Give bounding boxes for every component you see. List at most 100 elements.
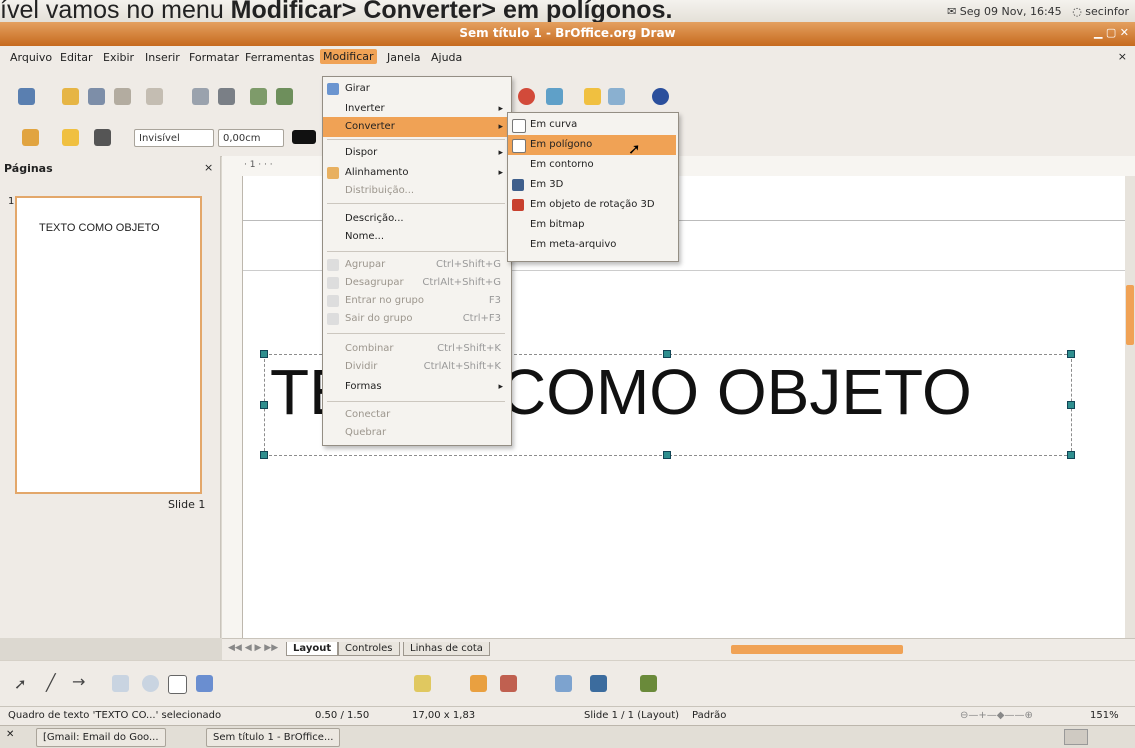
line-color-swatch[interactable]: [292, 130, 316, 144]
menu-item-em-contorno[interactable]: Em contorno: [508, 155, 676, 175]
menu-item-quebrar[interactable]: Quebrar: [323, 423, 509, 443]
menu-item-em-curva[interactable]: Em curva: [508, 115, 676, 135]
resize-handle[interactable]: [1067, 350, 1075, 358]
menu-item-em-rotacao-3d[interactable]: Em objeto de rotação 3D: [508, 195, 676, 215]
menu-item-em-poligono[interactable]: Em polígono: [508, 135, 676, 155]
menu-item-em-bitmap[interactable]: Em bitmap: [508, 215, 676, 235]
autospellcheck-icon[interactable]: [276, 88, 293, 105]
close-icon[interactable]: ×: [204, 161, 213, 174]
menu-exibir[interactable]: Exibir: [103, 51, 134, 64]
glue-points-icon[interactable]: [500, 675, 517, 692]
menu-ferramentas[interactable]: Ferramentas: [245, 51, 314, 64]
menu-janela[interactable]: Janela: [387, 51, 421, 64]
menu-separator: [327, 401, 505, 402]
3d-effects-icon[interactable]: [640, 675, 657, 692]
menu-ajuda[interactable]: Ajuda: [431, 51, 462, 64]
print-icon[interactable]: [218, 88, 235, 105]
resize-handle[interactable]: [663, 350, 671, 358]
menu-item-em-3d[interactable]: Em 3D: [508, 175, 676, 195]
zoom-slider[interactable]: ⊖—+—◆——⊕: [960, 710, 1033, 721]
pdf-export-icon[interactable]: [192, 88, 209, 105]
resize-handle[interactable]: [260, 350, 268, 358]
panel-clock[interactable]: ✉ Seg 09 Nov, 16:45 ◌ secinfor: [947, 5, 1129, 18]
resize-handle[interactable]: [260, 401, 268, 409]
open-folder-icon[interactable]: [62, 88, 79, 105]
mouse-cursor-icon: ➚: [628, 140, 641, 158]
help-icon[interactable]: [652, 88, 669, 105]
menu-item-conectar[interactable]: Conectar: [323, 405, 509, 425]
line-style-select[interactable]: Invisível: [134, 129, 214, 147]
fontwork-icon[interactable]: [555, 675, 572, 692]
menu-item-combinar[interactable]: Combinar Ctrl+Shift+K: [323, 339, 509, 359]
menu-item-desagrupar[interactable]: Desagrupar CtrlAlt+Shift+G: [323, 273, 509, 293]
menu-item-formas[interactable]: Formas ▸: [323, 377, 509, 397]
menu-item-girar[interactable]: Girar: [323, 79, 509, 99]
workspace-switcher[interactable]: [1064, 729, 1088, 745]
menu-arquivo[interactable]: Arquivo: [10, 51, 52, 64]
menu-item-descricao[interactable]: Descrição...: [323, 209, 509, 229]
resize-handle[interactable]: [663, 451, 671, 459]
edit-file-icon[interactable]: [146, 88, 163, 105]
tab-layout[interactable]: Layout: [286, 642, 339, 656]
user-icon: ◌: [1072, 5, 1082, 18]
menu-item-em-meta-arquivo[interactable]: Em meta-arquivo: [508, 235, 676, 255]
menu-item-distribuicao[interactable]: Distribuição...: [323, 181, 509, 201]
line-icon[interactable]: [62, 129, 79, 146]
menu-item-nome[interactable]: Nome...: [323, 227, 509, 247]
image-icon[interactable]: [590, 675, 607, 692]
menu-item-alinhamento[interactable]: Alinhamento ▸: [323, 163, 509, 183]
align-icon: [327, 167, 339, 179]
menu-inserir[interactable]: Inserir: [145, 51, 180, 64]
curve-tool-icon[interactable]: [196, 675, 213, 692]
arrow-style-icon[interactable]: [94, 129, 111, 146]
line-arrow-tool-icon[interactable]: →: [72, 672, 85, 691]
resize-handle[interactable]: [1067, 451, 1075, 459]
tab-controles[interactable]: Controles: [338, 642, 400, 656]
line-width-field[interactable]: 0,00cm: [218, 129, 284, 147]
menu-item-inverter[interactable]: Inverter ▸: [323, 99, 509, 119]
menu-item-converter[interactable]: Converter ▸: [323, 117, 509, 137]
show-desktop-icon[interactable]: ✕: [6, 729, 14, 740]
menu-modificar[interactable]: Modificar: [320, 49, 377, 64]
menu-formatar[interactable]: Formatar: [189, 51, 239, 64]
vertical-ruler[interactable]: [222, 176, 243, 638]
resize-handle[interactable]: [1067, 401, 1075, 409]
zoom-level[interactable]: 151%: [1090, 710, 1119, 721]
shapes-icon[interactable]: [518, 88, 535, 105]
horizontal-scroll-thumb[interactable]: [731, 645, 903, 654]
menu-editar[interactable]: Editar: [60, 51, 93, 64]
resize-handle[interactable]: [260, 451, 268, 459]
new-document-icon[interactable]: [18, 88, 35, 105]
polygon-icon: [512, 139, 526, 153]
taskbar-broffice[interactable]: Sem título 1 - BrOffice...: [206, 728, 341, 747]
styles-icon[interactable]: [22, 129, 39, 146]
menu-item-agrupar[interactable]: Agrupar Ctrl+Shift+G: [323, 255, 509, 275]
navigator-icon[interactable]: [546, 88, 563, 105]
menu-item-dividir[interactable]: Dividir CtrlAlt+Shift+K: [323, 357, 509, 377]
line-tool-icon[interactable]: ╱: [46, 673, 56, 692]
menu-item-sair-do-grupo[interactable]: Sair do grupo Ctrl+F3: [323, 309, 509, 329]
select-arrow-icon[interactable]: ➚: [14, 675, 27, 693]
ellipse-tool-icon[interactable]: [142, 675, 159, 692]
stars-tool-icon[interactable]: [414, 675, 431, 692]
save-icon[interactable]: [88, 88, 105, 105]
points-tool-icon[interactable]: [470, 675, 487, 692]
tab-nav-arrows[interactable]: ◀◀ ◀ ▶ ▶▶: [228, 643, 278, 653]
window-titlebar[interactable]: Sem título 1 - BrOffice.org Draw ▁ ▢ ✕: [0, 22, 1135, 46]
text-tool-icon[interactable]: [168, 675, 187, 694]
document-icon[interactable]: [114, 88, 131, 105]
taskbar-gmail[interactable]: [Gmail: Email do Goo...: [36, 728, 166, 747]
vertical-scroll-thumb[interactable]: [1126, 285, 1134, 345]
slide-thumbnail[interactable]: TEXTO COMO OBJETO: [15, 196, 202, 494]
rectangle-tool-icon[interactable]: [112, 675, 129, 692]
gallery-icon[interactable]: [584, 88, 601, 105]
tab-linhas-de-cota[interactable]: Linhas de cota: [403, 642, 490, 656]
menu-item-dispor[interactable]: Dispor ▸: [323, 143, 509, 163]
vertical-scrollbar[interactable]: [1125, 176, 1135, 638]
menu-item-entrar-no-grupo[interactable]: Entrar no grupo F3: [323, 291, 509, 311]
spellcheck-icon[interactable]: [250, 88, 267, 105]
close-document-icon[interactable]: ×: [1118, 50, 1127, 63]
menu-separator: [327, 251, 505, 252]
zoom-icon[interactable]: [608, 88, 625, 105]
window-controls[interactable]: ▁ ▢ ✕: [1094, 26, 1129, 39]
